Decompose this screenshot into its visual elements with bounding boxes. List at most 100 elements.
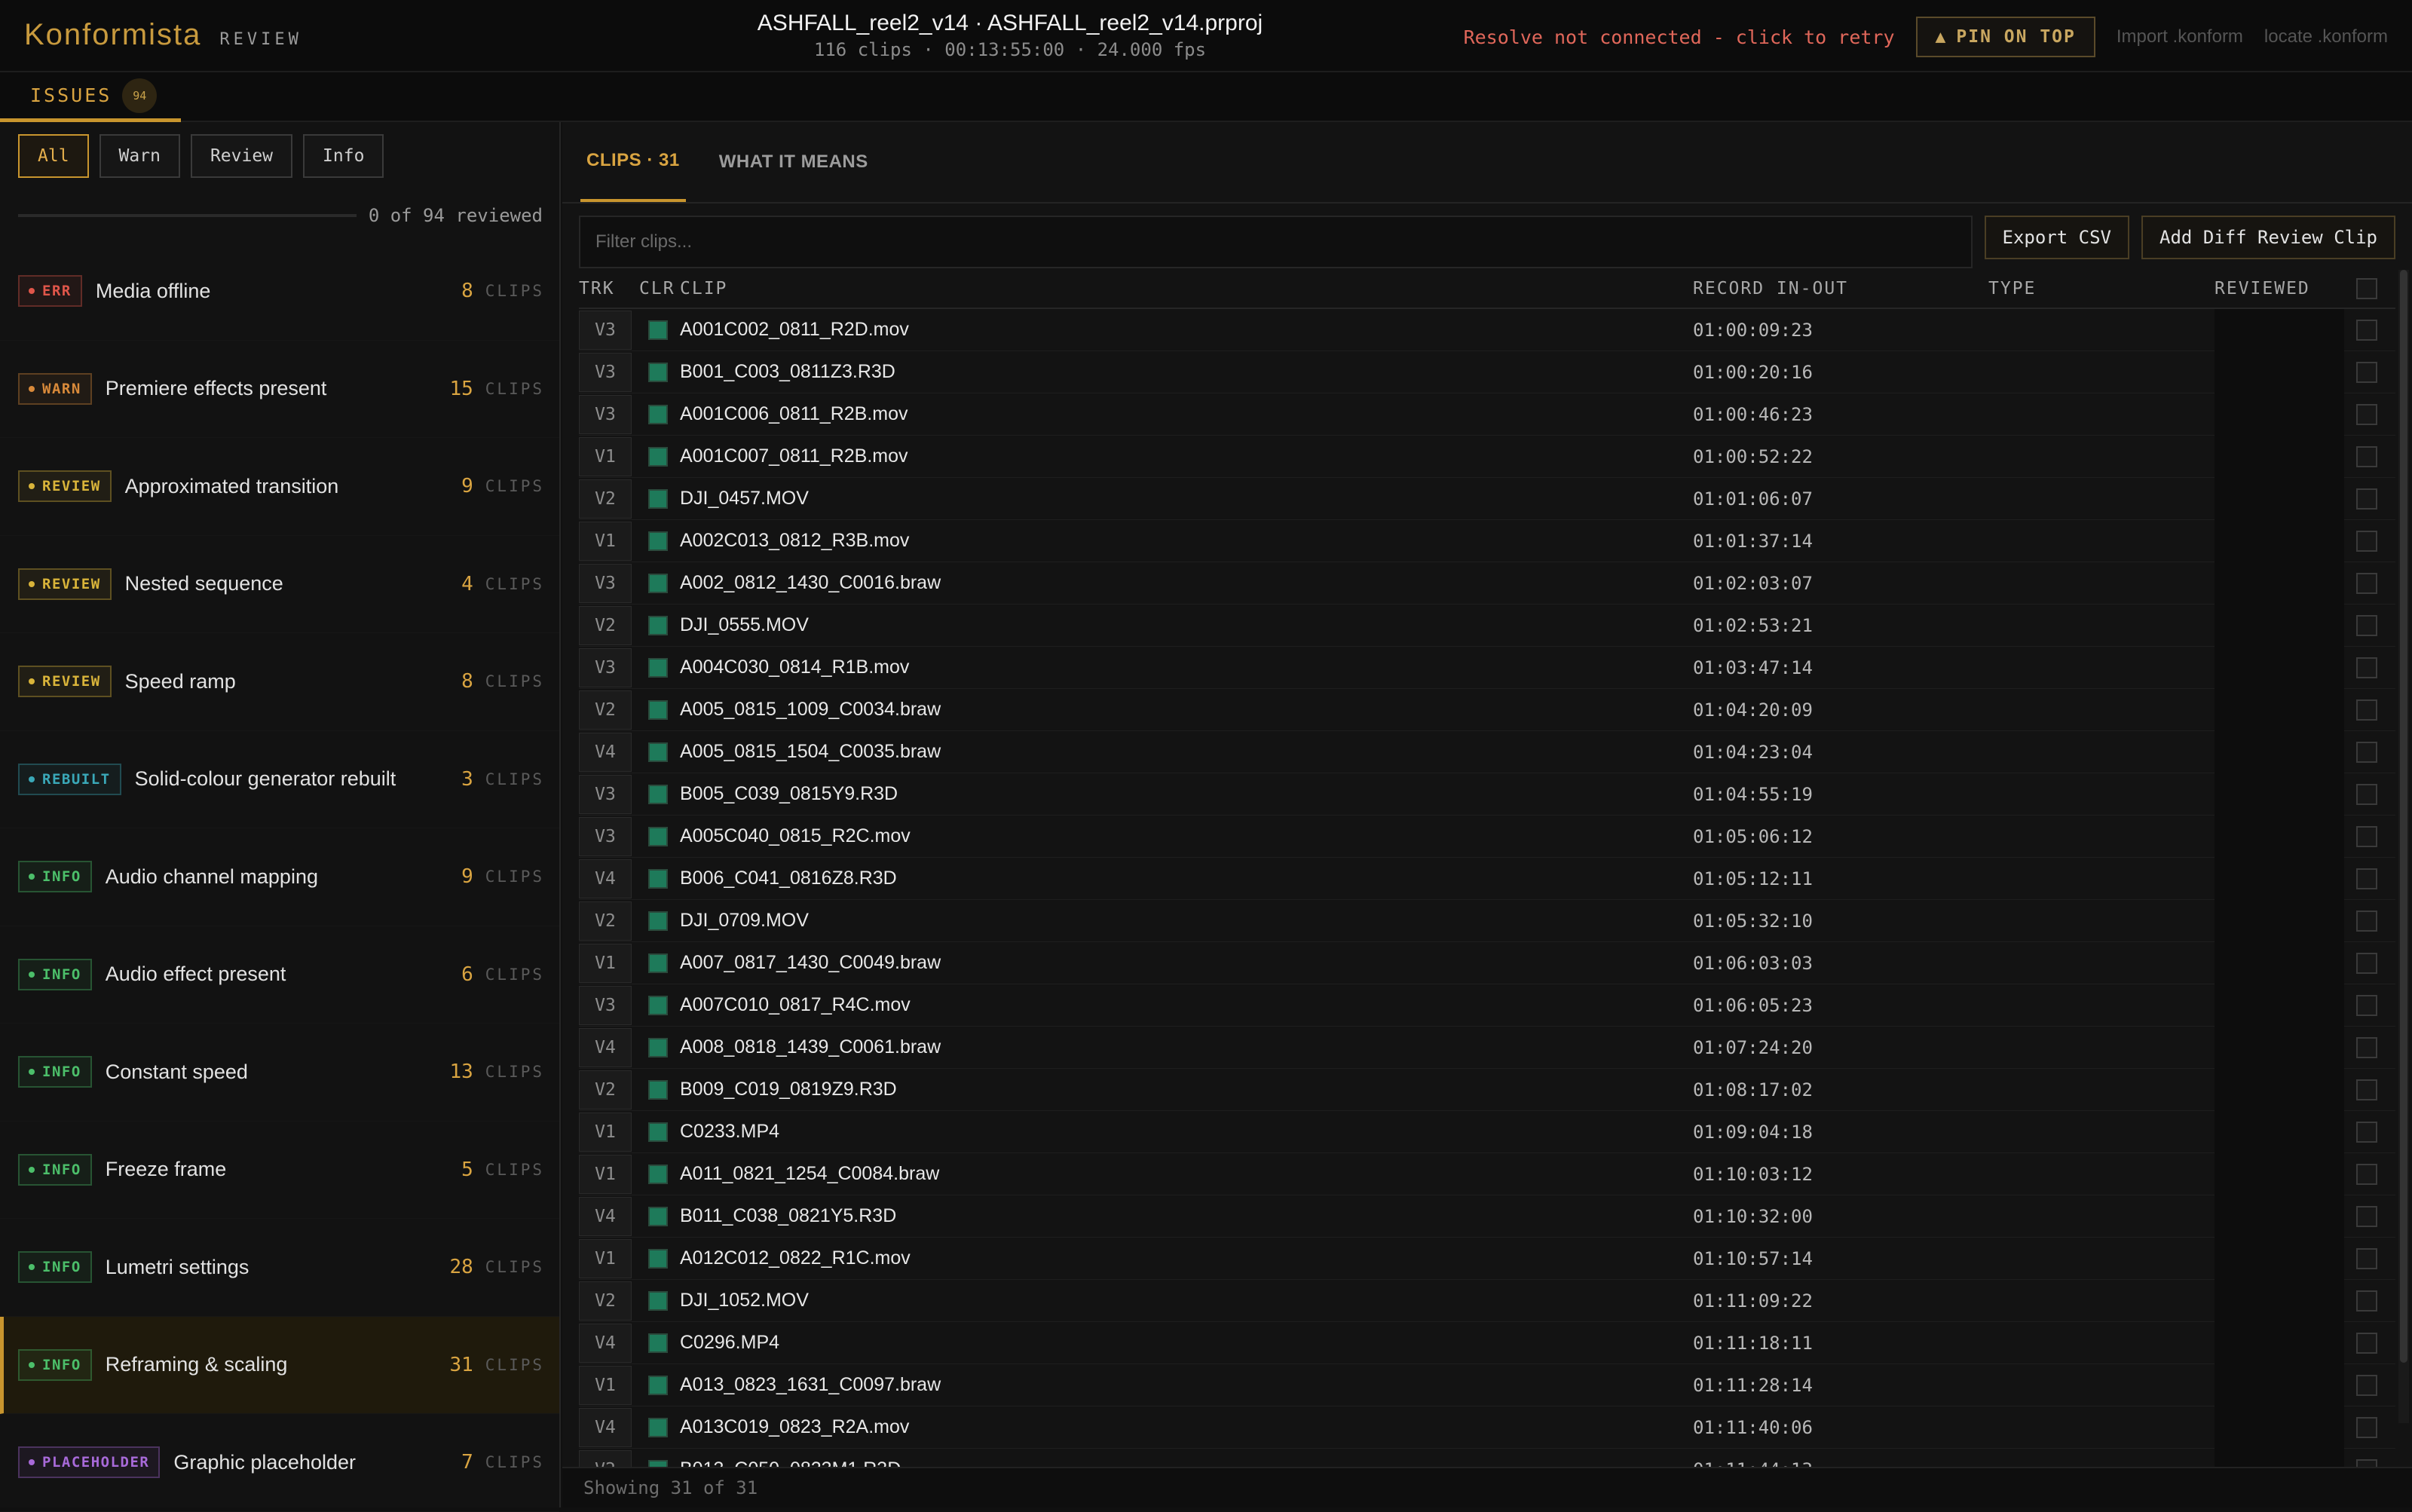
table-row[interactable]: V2 B013_C050_0823M1.R3D 01:11:44:13 [579,1448,2395,1467]
scrollbar-thumb[interactable] [2400,270,2407,1363]
issue-row[interactable]: REVIEW Speed ramp 8 CLIPS [0,633,559,731]
reviewed-checkbox[interactable] [2356,994,2377,1016]
table-row[interactable]: V1 C0233.MP4 01:09:04:18 [579,1110,2395,1153]
reviewed-checkbox[interactable] [2356,1290,2377,1312]
tab-what-it-means[interactable]: WHAT IT MEANS [713,122,874,202]
col-header-type[interactable]: TYPE [1988,279,2215,298]
table-row[interactable]: V1 A007_0817_1430_C0049.braw 01:06:03:03 [579,941,2395,984]
table-row[interactable]: V2 DJI_0709.MOV 01:05:32:10 [579,899,2395,942]
issue-count-unit: CLIPS [485,1063,544,1082]
reviewed-checkbox[interactable] [2356,910,2377,932]
reviewed-checkbox[interactable] [2356,1205,2377,1227]
issue-row[interactable]: INFO Audio channel mapping 9 CLIPS [0,828,559,926]
reviewed-checkbox[interactable] [2356,1121,2377,1143]
table-row[interactable]: V1 A011_0821_1254_C0084.braw 01:10:03:12 [579,1152,2395,1195]
reviewed-checkbox[interactable] [2356,657,2377,678]
resolve-status-link[interactable]: Resolve not connected - click to retry [1464,26,1895,48]
filter-review-button[interactable]: Review [190,134,293,178]
filter-clips-input[interactable] [579,216,1973,268]
reviewed-checkbox[interactable] [2356,361,2377,383]
table-row[interactable]: V4 B006_C041_0816Z8.R3D 01:05:12:11 [579,857,2395,900]
reviewed-checkbox[interactable] [2356,1247,2377,1269]
reviewed-checkbox[interactable] [2356,319,2377,341]
col-header-reviewed[interactable]: REVIEWED [2215,279,2344,298]
reviewed-checkbox[interactable] [2356,783,2377,805]
issue-row[interactable]: INFO Freeze frame 5 CLIPS [0,1122,559,1219]
issue-row[interactable]: ERR Media offline 8 CLIPS [0,243,559,341]
reviewed-checkbox[interactable] [2356,614,2377,636]
issue-row[interactable]: PLACEHOLDER Graphic placeholder 7 CLIPS [0,1414,559,1512]
table-row[interactable]: V4 C0296.MP4 01:11:18:11 [579,1321,2395,1364]
table-row[interactable]: V4 A005_0815_1504_C0035.braw 01:04:23:04 [579,730,2395,773]
table-row[interactable]: V3 A001C006_0811_R2B.mov 01:00:46:23 [579,393,2395,436]
reviewed-checkbox[interactable] [2356,488,2377,510]
table-row[interactable]: V3 A002_0812_1430_C0016.braw 01:02:03:07 [579,562,2395,604]
issue-row[interactable]: REBUILT Solid-colour generator rebuilt 3… [0,731,559,828]
tab-clips[interactable]: CLIPS · 31 [580,122,686,202]
issue-row[interactable]: INFO Audio effect present 6 CLIPS [0,926,559,1024]
import-konform-link[interactable]: Import .konform [2117,26,2243,47]
col-header-clip[interactable]: CLIP [680,279,1693,298]
table-row[interactable]: V1 A001C007_0811_R2B.mov 01:00:52:22 [579,435,2395,478]
issue-row[interactable]: REVIEW Nested sequence 4 CLIPS [0,536,559,633]
reviewed-checkbox[interactable] [2356,1458,2377,1467]
filter-all-button[interactable]: All [18,134,89,178]
table-row[interactable]: V2 DJI_1052.MOV 01:11:09:22 [579,1279,2395,1322]
table-row[interactable]: V1 A002C013_0812_R3B.mov 01:01:37:14 [579,519,2395,562]
pin-on-top-button[interactable]: ▲ PIN ON TOP [1915,17,2095,57]
record-in-out: 01:10:32:00 [1693,1205,1813,1227]
filter-warn-button[interactable]: Warn [99,134,180,178]
table-row[interactable]: V2 A005_0815_1009_C0034.braw 01:04:20:09 [579,688,2395,731]
table-row[interactable]: V4 B011_C038_0821Y5.R3D 01:10:32:00 [579,1195,2395,1238]
reviewed-checkbox[interactable] [2356,952,2377,974]
issue-row[interactable]: INFO Constant speed 13 CLIPS [0,1024,559,1122]
table-row[interactable]: V1 A013_0823_1631_C0097.braw 01:11:28:14 [579,1364,2395,1406]
severity-filters: All Warn Review Info [18,134,384,178]
table-row[interactable]: V2 DJI_0457.MOV 01:01:06:07 [579,477,2395,520]
table-row[interactable]: V3 B001_C003_0811Z3.R3D 01:00:20:16 [579,350,2395,393]
table-row[interactable]: V3 A001C002_0811_R2D.mov 01:00:09:23 [579,309,2395,351]
locate-konform-link[interactable]: locate .konform [2264,26,2388,47]
reviewed-checkbox[interactable] [2356,1416,2377,1438]
table-row[interactable]: V2 DJI_0555.MOV 01:02:53:21 [579,604,2395,647]
severity-tag: REVIEW [18,568,112,600]
col-header-record[interactable]: RECORD IN-OUT [1693,279,1988,298]
table-row[interactable]: V4 A008_0818_1439_C0061.braw 01:07:24:20 [579,1026,2395,1069]
reviewed-checkbox[interactable] [2356,1374,2377,1396]
reviewed-checkbox[interactable] [2356,403,2377,425]
select-all-checkbox[interactable] [2356,278,2377,299]
reviewed-checkbox[interactable] [2356,868,2377,889]
col-header-trk[interactable]: TRK [579,279,639,298]
reviewed-checkbox[interactable] [2356,1079,2377,1100]
reviewed-checkbox[interactable] [2356,1332,2377,1354]
tab-issues[interactable]: ISSUES 94 [0,72,181,122]
table-row[interactable]: V3 A007C010_0817_R4C.mov 01:06:05:23 [579,984,2395,1027]
filter-info-button[interactable]: Info [303,134,384,178]
reviewed-checkbox[interactable] [2356,1036,2377,1058]
reviewed-cell [2215,393,2344,436]
issue-row[interactable]: WARN Premiere effects present 15 CLIPS [0,341,559,438]
reviewed-checkbox[interactable] [2356,1163,2377,1185]
reviewed-checkbox[interactable] [2356,530,2377,552]
severity-tag-label: ERR [42,283,72,300]
reviewed-checkbox[interactable] [2356,741,2377,763]
issue-row[interactable]: INFO Reframing & scaling 31 CLIPS [0,1316,559,1414]
export-csv-button[interactable]: Export CSV [1984,216,2130,259]
clip-color-swatch [648,911,668,931]
issue-row[interactable]: REVIEW Approximated transition 9 CLIPS [0,438,559,536]
add-diff-review-clip-button[interactable]: Add Diff Review Clip [2141,216,2395,259]
reviewed-checkbox[interactable] [2356,572,2377,594]
table-row[interactable]: V3 B005_C039_0815Y9.R3D 01:04:55:19 [579,773,2395,816]
table-row[interactable]: V4 A013C019_0823_R2A.mov 01:11:40:06 [579,1406,2395,1449]
table-row[interactable]: V3 A005C040_0815_R2C.mov 01:05:06:12 [579,815,2395,858]
table-row[interactable]: V2 B009_C019_0819Z9.R3D 01:08:17:02 [579,1068,2395,1111]
track-badge: V1 [579,1154,632,1194]
table-scrollbar[interactable] [2398,270,2409,1423]
table-row[interactable]: V3 A004C030_0814_R1B.mov 01:03:47:14 [579,646,2395,689]
reviewed-checkbox[interactable] [2356,699,2377,721]
reviewed-checkbox[interactable] [2356,445,2377,467]
issue-row[interactable]: INFO Lumetri settings 28 CLIPS [0,1219,559,1317]
table-row[interactable]: V1 A012C012_0822_R1C.mov 01:10:57:14 [579,1237,2395,1280]
col-header-clr[interactable]: CLR [639,279,680,298]
reviewed-checkbox[interactable] [2356,825,2377,847]
